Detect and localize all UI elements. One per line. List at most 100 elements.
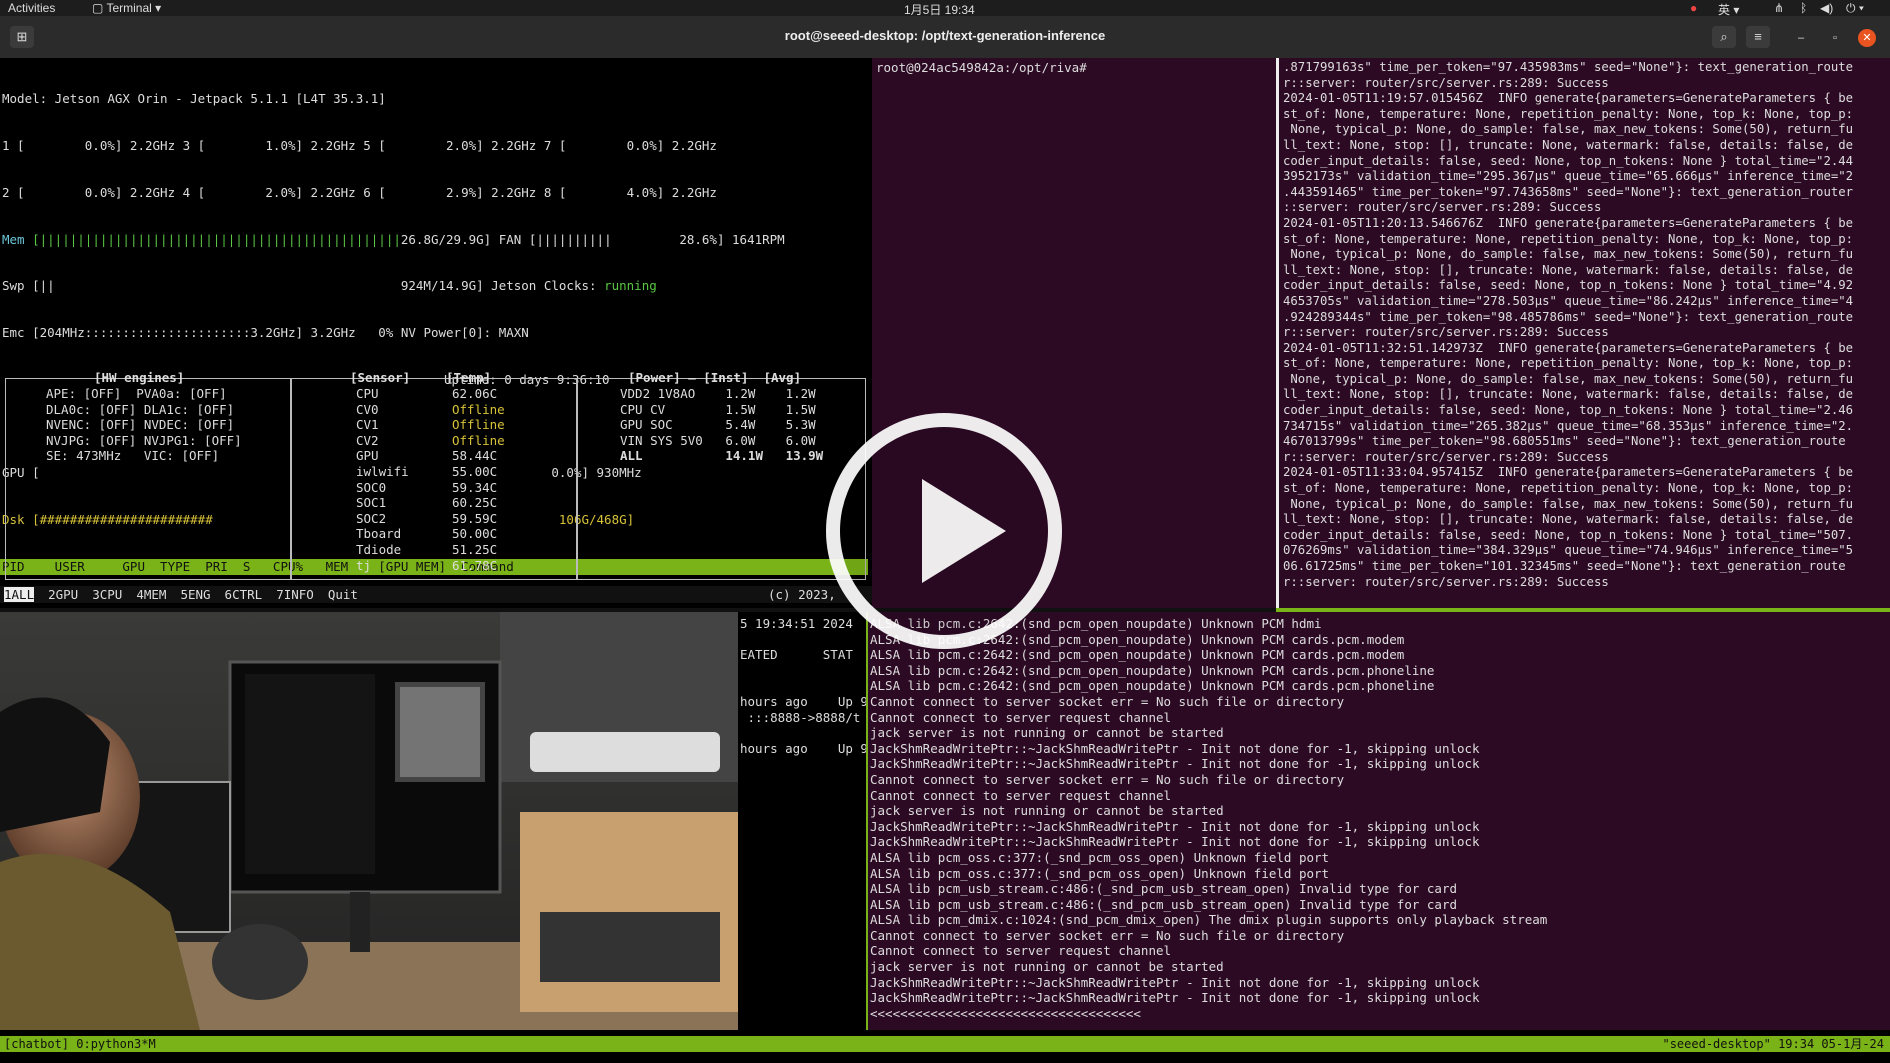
hw-engines-list: APE: [OFF] PVA0a: [OFF] DLA0c: [OFF] DLA1…	[46, 386, 242, 464]
log-line: r::server: router/src/server.rs:289: Suc…	[1283, 449, 1609, 464]
tgi-log-pane[interactable]: .871799163s" time_per_token="97.435983ms…	[1276, 58, 1890, 608]
log-line: ll_text: None, stop: [], truncate: None,…	[1283, 512, 1854, 527]
sensor-row: CV0 Offline	[356, 402, 505, 418]
sensor-row: tj 61.78C	[356, 558, 505, 574]
log-line: ALSA lib pcm_oss.c:377:(_snd_pcm_oss_ope…	[870, 865, 1330, 881]
hw-engine-row: NVENC: [OFF] NVDEC: [OFF]	[46, 417, 235, 433]
log-line: None, typical_p: None, do_sample: false,…	[1283, 247, 1854, 262]
maximize-icon[interactable]: ▫	[1826, 29, 1844, 47]
sensor-temp: 60.25C	[452, 495, 498, 511]
play-button[interactable]	[826, 413, 1062, 649]
close-icon[interactable]: ✕	[1858, 29, 1876, 47]
log-line: None, typical_p: None, do_sample: false,…	[1283, 371, 1854, 386]
log-line: JackShmReadWritePtr::~JackShmReadWritePt…	[870, 756, 1480, 772]
terminal-title-bar: ⊞ root@seeed-desktop: /opt/text-generati…	[0, 16, 1890, 58]
log-line: 734715s" validation_time="265.382µs" que…	[1283, 418, 1854, 433]
power-icon[interactable]: ⏻ ▾	[1846, 1, 1864, 16]
tab-7info[interactable]: 7INFO	[276, 587, 314, 602]
window-title: root@seeed-desktop: /opt/text-generation…	[784, 28, 1106, 43]
sensor-row: CPU 62.06C	[356, 386, 505, 402]
cpu-row-2: 2 [ 0.0%] 2.2GHz 4 [ 2.0%] 2.2GHz 6 [ 2.…	[2, 184, 717, 200]
log-line: Cannot connect to server request channel	[870, 709, 1172, 725]
recording-indicator-icon: ●	[1690, 1, 1698, 15]
sensor-name: GPU	[356, 448, 379, 464]
log-line: None, typical_p: None, do_sample: false,…	[1283, 496, 1854, 511]
tab-3cpu[interactable]: 3CPU	[92, 587, 122, 602]
docker-ps-line	[740, 663, 866, 679]
docker-ps-pane[interactable]: 5 19:34:51 2024 EATED STAT hours ago Up 9 …	[738, 612, 866, 1030]
sensor-row: SOC1 60.25C	[356, 495, 505, 511]
log-line: ALSA lib pcm_usb_stream.c:486:(_snd_pcm_…	[870, 896, 1457, 912]
sensor-temp: 51.25C	[452, 541, 498, 557]
tab-4mem[interactable]: 4MEM	[136, 587, 166, 602]
docker-ps-line: EATED STAT	[740, 647, 853, 663]
log-line: coder_input_details: false, seed: None, …	[1283, 153, 1854, 168]
tab-5eng[interactable]: 5ENG	[180, 587, 210, 602]
log-line: r::server: router/src/server.rs:289: Suc…	[1283, 325, 1609, 340]
docker-ps-line	[740, 678, 866, 694]
power-row: CPU CV 1.5W 1.5W	[620, 401, 816, 417]
webcam-overlay	[0, 612, 738, 1030]
power-list: VDD2 1V8AO 1.2W 1.2W CPU CV 1.5W 1.5W GPU …	[620, 386, 823, 464]
log-line: JackShmReadWritePtr::~JackShmReadWritePt…	[870, 990, 1480, 1006]
tab-2gpu[interactable]: 2GPU	[48, 587, 78, 602]
tab-1all[interactable]: 1ALL	[4, 587, 35, 602]
log-line: Cannot connect to server request channel	[870, 787, 1172, 803]
emc-line: Emc [204MHz::::::::::::::::::::::3.2GHz]…	[2, 325, 529, 341]
sensor-name: CPU	[356, 386, 379, 401]
network-icon[interactable]: ⋔	[1774, 1, 1784, 15]
sensor-temp: 50.00C	[452, 526, 498, 542]
log-line: ALSA lib pcm.c:2642:(snd_pcm_open_noupda…	[870, 647, 1405, 663]
play-icon	[922, 479, 1006, 583]
alsa-log-pane[interactable]: ALSA lib pcm.c:2642:(snd_pcm_open_noupda…	[868, 612, 1890, 1030]
sensor-row: CV1 Offline	[356, 417, 505, 433]
sensor-temp: 59.59C	[452, 510, 498, 526]
log-line: 2024-01-05T11:33:04.957415Z INFO generat…	[1283, 465, 1854, 480]
power-row: ALL 14.1W 13.9W	[620, 448, 824, 464]
log-line: JackShmReadWritePtr::~JackShmReadWritePt…	[870, 834, 1480, 850]
sensor-row: Tdiode 51.25C	[356, 542, 505, 558]
mem-bar: [|||||||||||||||||||||||||||||||||||||||…	[32, 231, 401, 247]
sensor-temp: Offline	[452, 417, 505, 433]
sensor-name: CV0	[356, 401, 379, 417]
search-icon[interactable]: ⌕	[1712, 26, 1736, 48]
tab-6ctrl[interactable]: 6CTRL	[225, 587, 263, 602]
docker-ps-line	[740, 725, 866, 741]
sensor-name: Tboard	[356, 526, 402, 542]
tab-quit[interactable]: Quit	[328, 587, 358, 602]
power-row: VDD2 1V8AO 1.2W 1.2W	[620, 386, 816, 401]
log-line: 3952173s" validation_time="295.367µs" qu…	[1283, 169, 1854, 184]
menu-icon[interactable]: ≡	[1746, 26, 1770, 48]
log-line: .871799163s" time_per_token="97.435983ms…	[1283, 60, 1854, 74]
bluetooth-icon[interactable]: ᛒ	[1800, 1, 1807, 15]
hw-engine-row: DLA0c: [OFF] DLA1c: [OFF]	[46, 401, 235, 417]
log-line: JackShmReadWritePtr::~JackShmReadWritePt…	[870, 818, 1480, 834]
sensor-row: iwlwifi 55.00C	[356, 464, 505, 480]
jtop-pane[interactable]: Model: Jetson AGX Orin - Jetpack 5.1.1 […	[0, 58, 872, 608]
activities-button[interactable]: Activities	[8, 1, 55, 15]
log-line: ll_text: None, stop: [], truncate: None,…	[1283, 137, 1854, 152]
sensor-temp: Offline	[452, 401, 505, 417]
docker-ps-line	[740, 632, 866, 648]
volume-icon[interactable]: ◀)	[1820, 1, 1833, 15]
terminal-app-menu[interactable]: ▢ Terminal ▾	[92, 1, 161, 15]
sensor-row: GPU 58.44C	[356, 448, 505, 464]
riva-prompt[interactable]: root@024ac549842a:/opt/riva#	[876, 60, 1087, 76]
sensor-name: Tdiode	[356, 541, 402, 557]
log-line: .924289344s" time_per_token="98.485786ms…	[1283, 309, 1854, 324]
log-line: jack server is not running or cannot be …	[870, 959, 1224, 975]
terminal-icon: ▢	[92, 1, 107, 15]
tmux-session[interactable]: [chatbot] 0:python3*M	[4, 1036, 156, 1052]
log-line: <<<<<<<<<<<<<<<<<<<<<<<<<<<<<<<<<<<<	[870, 1005, 1141, 1021]
sensor-temp: Offline	[452, 432, 505, 448]
cpu-row-1: 1 [ 0.0%] 2.2GHz 3 [ 1.0%] 2.2GHz 5 [ 2.…	[2, 137, 717, 153]
gnome-top-bar: Activities ▢ Terminal ▾ 1月5日 19:34 ● 英 ▾…	[0, 0, 1890, 17]
sensor-name: iwlwifi	[356, 463, 409, 479]
log-line: Cannot connect to server socket err = No…	[870, 693, 1345, 709]
log-line: coder_input_details: false, seed: None, …	[1283, 278, 1854, 293]
log-line: jack server is not running or cannot be …	[870, 803, 1224, 819]
docker-ps-line: hours ago Up 9	[740, 740, 866, 756]
log-line: Cannot connect to server request channel	[870, 943, 1172, 959]
log-line: ALSA lib pcm_dmix.c:1024:(snd_pcm_dmix_o…	[870, 912, 1548, 928]
minimize-icon[interactable]: –	[1792, 29, 1810, 47]
